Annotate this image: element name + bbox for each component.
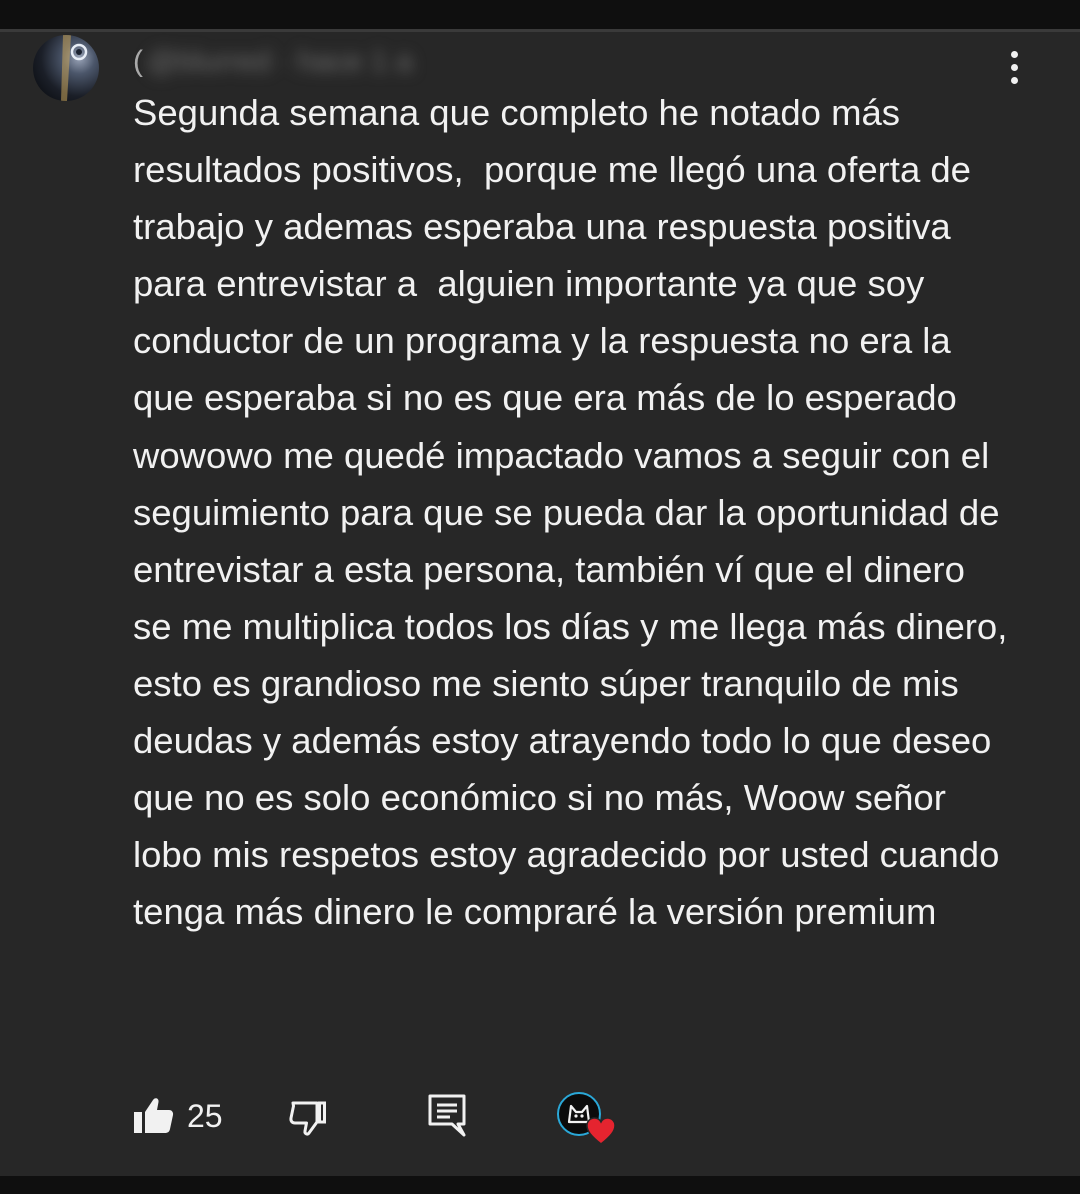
like-button[interactable]	[130, 1092, 178, 1140]
reply-button[interactable]	[424, 1090, 470, 1140]
creator-heart-badge	[557, 1089, 619, 1147]
more-vertical-icon	[1011, 51, 1018, 58]
thumbs-down-icon	[289, 1101, 326, 1136]
thumbs-up-icon	[134, 1098, 174, 1133]
author-name-obscured: @blurred · hace 1 a	[147, 45, 413, 78]
comment-actions: 25	[0, 1086, 1080, 1146]
like-count: 25	[187, 1098, 223, 1134]
avatar-image	[61, 35, 88, 101]
author-name[interactable]: (@blurred · hace 1 a	[133, 44, 413, 80]
more-vertical-icon-dot	[1011, 64, 1018, 71]
bottom-bar	[0, 1176, 1080, 1194]
author-avatar[interactable]	[33, 35, 99, 101]
heart-icon	[586, 1117, 616, 1145]
dislike-button[interactable]	[284, 1092, 332, 1140]
reply-icon	[428, 1094, 466, 1137]
author-name-visible: (	[133, 45, 143, 78]
top-bar	[0, 0, 1080, 29]
comment-text: Segunda semana que completo he notado má…	[133, 92, 1018, 933]
more-vertical-icon-dot	[1011, 77, 1018, 84]
